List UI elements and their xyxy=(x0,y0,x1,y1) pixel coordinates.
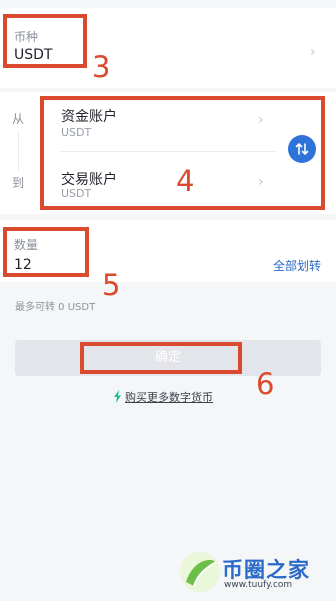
annotation-number-3: 3 xyxy=(92,50,111,84)
watermark-url: www.tuufy.com xyxy=(224,580,293,590)
chevron-right-icon: › xyxy=(310,44,316,60)
lightning-icon xyxy=(114,390,121,403)
from-label: 从 xyxy=(12,112,25,126)
watermark-logo xyxy=(180,552,220,592)
watermark: 币圈之家 www.tuufy.com xyxy=(176,548,336,598)
annotation-number-4: 4 xyxy=(176,164,195,198)
buy-more-text: 购买更多数字货币 xyxy=(125,391,213,404)
max-transfer-hint: 最多可转 0 USDT xyxy=(15,302,96,313)
annotation-box-currency xyxy=(3,14,87,68)
annotation-number-6: 6 xyxy=(256,367,275,401)
annotation-box-amount xyxy=(3,227,89,277)
annotation-box-confirm xyxy=(80,342,242,374)
annotation-number-5: 5 xyxy=(102,268,121,302)
transfer-all-button[interactable]: 全部划转 xyxy=(273,257,321,274)
transfer-connector-line xyxy=(18,132,19,170)
to-label: 到 xyxy=(12,176,25,190)
